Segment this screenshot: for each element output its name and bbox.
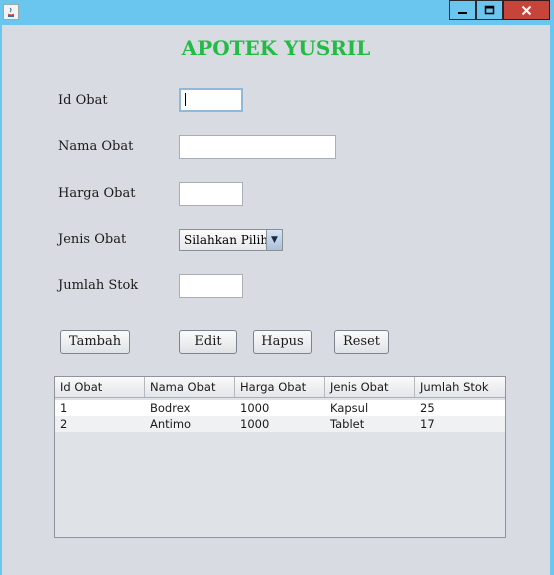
cell-id: 1: [60, 401, 68, 415]
window-frame-right: [550, 25, 554, 575]
minimize-button[interactable]: [449, 0, 476, 20]
id-obat-input[interactable]: [179, 88, 243, 112]
cell-stok: 25: [420, 401, 435, 415]
label-id-obat: Id Obat: [58, 93, 108, 108]
text-caret: [185, 93, 186, 106]
label-jenis-obat: Jenis Obat: [58, 232, 127, 247]
app-heading: APOTEK YUSRIL: [181, 36, 371, 60]
cell-nama: Bodrex: [150, 401, 191, 415]
column-header-stok[interactable]: Jumlah Stok: [415, 377, 505, 397]
edit-button[interactable]: Edit: [179, 330, 237, 354]
label-jumlah-stok: Jumlah Stok: [58, 278, 139, 293]
java-icon[interactable]: [3, 4, 19, 20]
form-panel: APOTEK YUSRIL Id Obat Nama Obat Harga Ob…: [2, 25, 550, 575]
maximize-button[interactable]: [476, 0, 503, 20]
jenis-obat-select[interactable]: Silahkan Pilih ▼: [179, 229, 283, 251]
harga-obat-input[interactable]: [179, 182, 243, 206]
column-header-jenis[interactable]: Jenis Obat: [325, 377, 415, 397]
jenis-obat-selected: Silahkan Pilih: [184, 233, 269, 247]
chevron-down-icon[interactable]: ▼: [266, 230, 282, 250]
close-icon: [504, 1, 549, 19]
cell-id: 2: [60, 417, 68, 431]
table-row[interactable]: 2 Antimo 1000 Tablet 17: [55, 416, 505, 432]
table-header: Id Obat Nama Obat Harga Obat Jenis Obat …: [55, 377, 505, 398]
tambah-button[interactable]: Tambah: [60, 330, 130, 354]
cell-harga: 1000: [240, 417, 270, 431]
nama-obat-input[interactable]: [179, 135, 336, 159]
label-nama-obat: Nama Obat: [58, 139, 134, 154]
application-window: APOTEK YUSRIL Id Obat Nama Obat Harga Ob…: [0, 0, 554, 575]
cell-stok: 17: [420, 417, 435, 431]
hapus-button[interactable]: Hapus: [253, 330, 312, 354]
cell-jenis: Kapsul: [330, 401, 369, 415]
column-header-id[interactable]: Id Obat: [55, 377, 145, 397]
column-header-nama[interactable]: Nama Obat: [145, 377, 235, 397]
cell-nama: Antimo: [150, 417, 192, 431]
minimize-icon: [450, 1, 475, 19]
reset-button[interactable]: Reset: [334, 330, 389, 354]
title-bar[interactable]: [0, 0, 554, 25]
cell-harga: 1000: [240, 401, 270, 415]
maximize-icon: [477, 1, 502, 19]
table-row[interactable]: 1 Bodrex 1000 Kapsul 25: [55, 400, 505, 416]
column-header-harga[interactable]: Harga Obat: [235, 377, 325, 397]
label-harga-obat: Harga Obat: [58, 186, 136, 201]
cell-jenis: Tablet: [330, 417, 365, 431]
close-button[interactable]: [503, 0, 550, 20]
jumlah-stok-input[interactable]: [179, 274, 243, 298]
obat-table[interactable]: Id Obat Nama Obat Harga Obat Jenis Obat …: [54, 376, 506, 538]
